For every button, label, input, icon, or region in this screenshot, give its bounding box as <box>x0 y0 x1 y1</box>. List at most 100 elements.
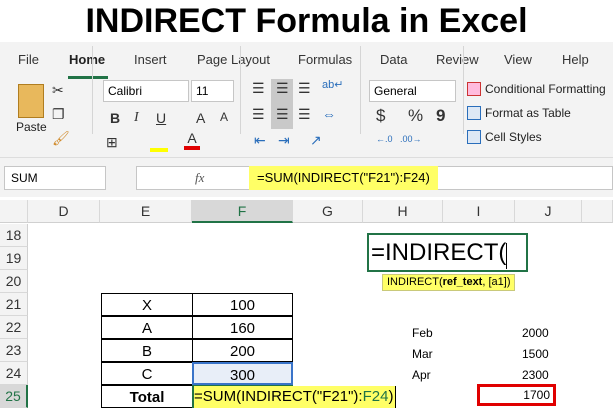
font-size-select[interactable]: 11 <box>191 80 234 102</box>
row-header-20[interactable]: 20 <box>0 270 28 293</box>
format-as-table-icon <box>467 106 481 120</box>
insert-function-icon[interactable]: fx <box>195 170 204 186</box>
bottom-align-icon[interactable]: ☰ <box>298 80 311 97</box>
tooltip-function: INDIRECT( <box>387 276 443 288</box>
tab-help[interactable]: Help <box>562 52 589 67</box>
center-align-icon[interactable]: ☰ <box>276 106 289 123</box>
increase-indent-icon[interactable]: ⇥ <box>278 132 290 149</box>
decrease-font-icon[interactable]: A <box>220 110 228 124</box>
left-align-icon[interactable]: ☰ <box>252 106 265 123</box>
percent-button[interactable]: % <box>408 106 423 126</box>
row-header-21[interactable]: 21 <box>0 293 28 316</box>
table-label[interactable]: A <box>101 316 193 339</box>
cell-h19-editing[interactable]: =INDIRECT( <box>367 233 528 272</box>
cell-styles-icon <box>467 130 481 144</box>
divider <box>463 46 464 134</box>
paste-label[interactable]: Paste <box>16 120 47 134</box>
conditional-formatting-button[interactable]: Conditional Formatting <box>485 82 606 96</box>
comma-button[interactable]: 9 <box>436 106 445 126</box>
table-label[interactable]: B <box>101 339 193 362</box>
indirect-entry-text: =INDIRECT( <box>371 239 507 266</box>
tab-home[interactable]: Home <box>69 52 105 67</box>
table-value[interactable]: 100 <box>192 293 293 316</box>
active-tab-indicator <box>68 76 108 79</box>
tab-review[interactable]: Review <box>436 52 479 67</box>
formula-part: ) <box>388 388 394 405</box>
increase-decimal-icon[interactable]: ←.0 <box>376 134 393 144</box>
column-header-f[interactable]: F <box>192 200 293 223</box>
tab-insert[interactable]: Insert <box>134 52 167 67</box>
table-value-selected[interactable]: 300 <box>192 362 293 385</box>
fill-color-icon[interactable] <box>150 136 168 152</box>
bold-button[interactable]: B <box>110 110 120 126</box>
font-name-select[interactable]: Calibri <box>103 80 189 102</box>
decrease-indent-icon[interactable]: ⇤ <box>254 132 266 149</box>
row-header-25[interactable]: 25 <box>0 385 28 408</box>
formula-range-ref: F24 <box>362 388 389 405</box>
month-value[interactable]: 2000 <box>522 323 549 343</box>
cut-icon[interactable]: ✂ <box>52 82 64 99</box>
number-format-select[interactable]: General <box>369 80 456 102</box>
total-label[interactable]: Total <box>101 385 193 408</box>
conditional-formatting-icon <box>467 82 481 96</box>
format-painter-icon[interactable]: 🖌 <box>52 130 70 147</box>
top-align-icon[interactable]: ☰ <box>252 80 265 97</box>
tab-data[interactable]: Data <box>380 52 407 67</box>
month-label[interactable]: Apr <box>412 365 431 385</box>
wrap-text-icon[interactable]: ab↵ <box>322 78 343 91</box>
column-header-i[interactable]: I <box>443 200 515 223</box>
divider <box>92 46 93 134</box>
orientation-icon[interactable]: ↗ <box>310 132 322 149</box>
month-value[interactable]: 1500 <box>522 344 549 364</box>
table-label[interactable]: C <box>101 362 193 385</box>
row-header-23[interactable]: 23 <box>0 339 28 362</box>
right-align-icon[interactable]: ☰ <box>298 106 311 123</box>
paste-icon[interactable] <box>18 84 44 118</box>
column-header-j[interactable]: J <box>515 200 582 223</box>
italic-button[interactable]: I <box>134 110 139 126</box>
column-header-g[interactable]: G <box>293 200 363 223</box>
table-value[interactable]: 200 <box>192 339 293 362</box>
font-color-icon[interactable]: A <box>184 130 200 150</box>
tab-view[interactable]: View <box>504 52 532 67</box>
borders-icon[interactable]: ⊞ <box>106 134 118 151</box>
cell-styles-button[interactable]: Cell Styles <box>485 130 542 144</box>
month-label[interactable]: Mar <box>412 344 433 364</box>
row-header-19[interactable]: 19 <box>0 247 28 270</box>
middle-align-icon[interactable]: ☰ <box>276 80 289 97</box>
column-header-k[interactable] <box>582 200 613 223</box>
tab-file[interactable]: File <box>18 52 39 67</box>
tab-page-layout[interactable]: Page Layout <box>197 52 270 67</box>
total-formula: =SUM(INDIRECT("F21"):F24) <box>194 386 397 408</box>
format-as-table-button[interactable]: Format as Table <box>485 106 571 120</box>
row-header-22[interactable]: 22 <box>0 316 28 339</box>
ribbon: File Home Insert Page Layout Formulas Da… <box>0 42 613 157</box>
name-box[interactable]: SUM <box>4 166 106 190</box>
divider <box>240 46 241 134</box>
table-value[interactable]: 160 <box>192 316 293 339</box>
column-header-h[interactable]: H <box>363 200 443 223</box>
select-all-corner[interactable] <box>0 200 28 223</box>
column-header-e[interactable]: E <box>100 200 192 223</box>
currency-button[interactable]: $ <box>376 106 385 126</box>
merge-center-icon[interactable]: ⇔ <box>322 106 336 122</box>
row-header-18[interactable]: 18 <box>0 224 28 247</box>
underline-button[interactable]: U <box>156 110 166 126</box>
row-header-24[interactable]: 24 <box>0 362 28 385</box>
formula-input[interactable]: =SUM(INDIRECT("F21"):F24) <box>249 166 438 190</box>
tab-formulas[interactable]: Formulas <box>298 52 352 67</box>
month-label[interactable]: Feb <box>412 323 433 343</box>
column-header-d[interactable]: D <box>28 200 100 223</box>
table-label[interactable]: X <box>101 293 193 316</box>
function-tooltip: INDIRECT(ref_text, [a1]) <box>382 274 516 291</box>
tooltip-arg: ref_text <box>442 276 483 288</box>
worksheet-grid: D E F G H I J 18 19 20 21 22 23 24 25 =I… <box>0 197 613 414</box>
increase-font-icon[interactable]: A <box>196 110 205 126</box>
divider <box>360 46 361 134</box>
copy-icon[interactable]: ❐ <box>52 106 65 123</box>
result-cell-highlighted[interactable]: 1700 <box>477 384 556 406</box>
decrease-decimal-icon[interactable]: .00→ <box>400 134 422 144</box>
formula-part: =SUM(INDIRECT("F21"): <box>194 388 363 405</box>
formula-bar: SUM ✕ ✓ fx =SUM(INDIRECT("F21"):F24) <box>0 157 613 197</box>
month-value[interactable]: 2300 <box>522 365 549 385</box>
